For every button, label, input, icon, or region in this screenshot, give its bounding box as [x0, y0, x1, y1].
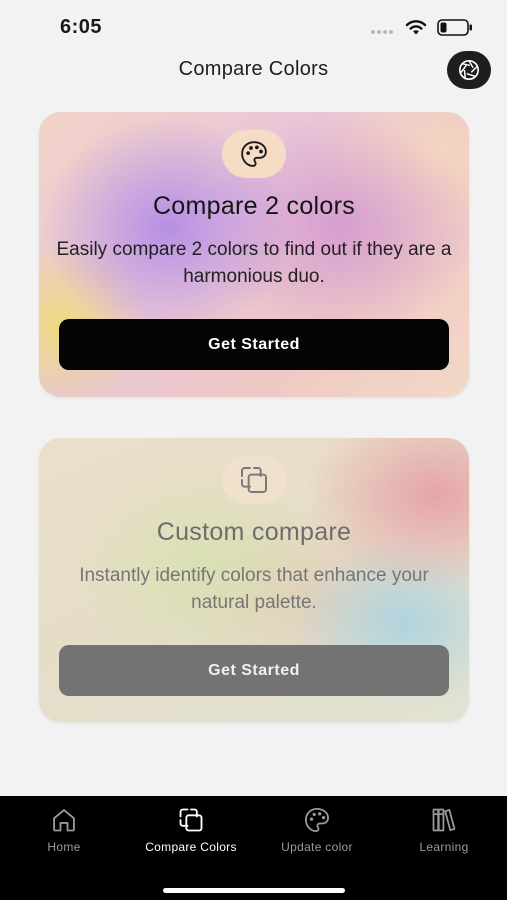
card-icon-badge: [222, 456, 286, 504]
status-bar: 6:05: [0, 0, 507, 52]
palette-icon: [241, 141, 267, 167]
compare-frames-icon: [179, 808, 203, 832]
tab-label: Compare Colors: [145, 840, 237, 854]
status-time: 6:05: [60, 16, 103, 38]
aperture-settings-button[interactable]: [447, 51, 491, 89]
compare-colors-screen: 6:05 Compare Colors Compare 2 colors Eas…: [0, 0, 507, 900]
tab-compare-colors[interactable]: Compare Colors: [131, 806, 251, 866]
get-started-button[interactable]: Get Started: [59, 645, 449, 696]
palette-icon: [305, 808, 329, 832]
tab-label: Home: [47, 840, 81, 854]
wifi-icon: [405, 20, 427, 35]
custom-compare-card: Custom compare Instantly identify colors…: [39, 438, 469, 722]
compare-frames-icon: [241, 467, 267, 493]
home-indicator: [163, 888, 345, 893]
tab-update-color[interactable]: Update color: [257, 806, 377, 866]
compare-two-colors-card: Compare 2 colors Easily compare 2 colors…: [39, 112, 469, 397]
card-title: Compare 2 colors: [152, 192, 356, 220]
tab-label: Update color: [281, 840, 353, 854]
home-icon: [53, 809, 75, 832]
card-icon-badge: [222, 130, 286, 178]
tab-label: Learning: [419, 840, 469, 854]
aperture-icon: [459, 60, 479, 80]
card-title: Custom compare: [156, 518, 352, 546]
bottom-tab-bar: Home Compare Colors Update color Learnin…: [0, 796, 507, 900]
tab-learning[interactable]: Learning: [384, 806, 504, 866]
card-description: Instantly identify colors that enhance y…: [79, 565, 429, 613]
card-description: Easily compare 2 colors to find out if t…: [56, 239, 452, 287]
battery-icon: [437, 19, 472, 36]
page-title: Compare Colors: [178, 58, 329, 80]
tab-home[interactable]: Home: [4, 806, 124, 866]
books-icon: [432, 808, 456, 832]
cellular-signal-icon: [371, 30, 393, 34]
get-started-button[interactable]: Get Started: [59, 319, 449, 370]
